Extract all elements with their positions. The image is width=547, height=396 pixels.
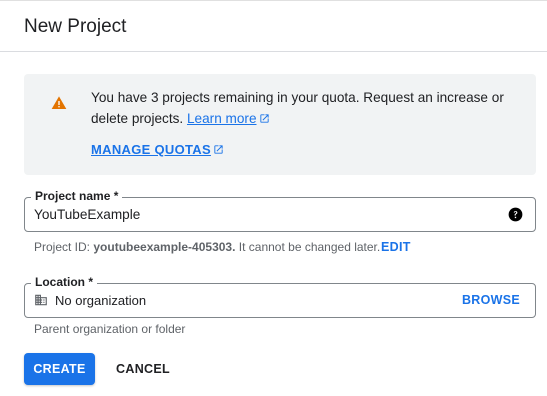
quota-message-text: You have 3 projects remaining in your qu…	[91, 90, 504, 126]
project-name-input[interactable]: YouTubeExample	[34, 207, 140, 222]
external-link-icon	[214, 145, 223, 154]
warning-icon	[51, 96, 67, 109]
location-field[interactable]: Location * No organization BROWSE	[24, 275, 536, 318]
create-button[interactable]: CREATE	[24, 353, 95, 385]
quota-notice: You have 3 projects remaining in your qu…	[24, 74, 536, 175]
manage-quotas-label: MANAGE QUOTAS	[91, 142, 211, 157]
project-id-prefix: Project ID:	[34, 240, 91, 254]
location-label: Location *	[31, 275, 98, 289]
project-name-label: Project name *	[31, 189, 123, 203]
page-title: New Project	[24, 16, 127, 37]
manage-quotas-link[interactable]: MANAGE QUOTAS	[91, 142, 224, 157]
quota-message: You have 3 projects remaining in your qu…	[91, 87, 521, 129]
location-value: No organization	[55, 293, 147, 308]
external-link-icon	[259, 114, 269, 123]
building-icon	[35, 294, 47, 306]
edit-project-id-button[interactable]: EDIT	[381, 240, 411, 254]
cancel-button[interactable]: CANCEL	[107, 353, 179, 385]
help-icon[interactable]	[508, 207, 523, 222]
project-id-suffix: It cannot be changed later.	[238, 240, 381, 254]
project-id-value: youtubeexample-405303.	[93, 240, 236, 254]
project-name-field[interactable]: Project name * YouTubeExample	[24, 189, 536, 232]
learn-more-label: Learn more	[186, 111, 257, 126]
project-id-text: Project ID: youtubeexample-405303. It ca…	[34, 240, 380, 254]
learn-more-link[interactable]: Learn more	[187, 111, 270, 126]
dialog-header: New Project	[0, 1, 547, 52]
location-hint: Parent organization or folder	[34, 322, 186, 336]
browse-button[interactable]: BROWSE	[462, 293, 520, 307]
